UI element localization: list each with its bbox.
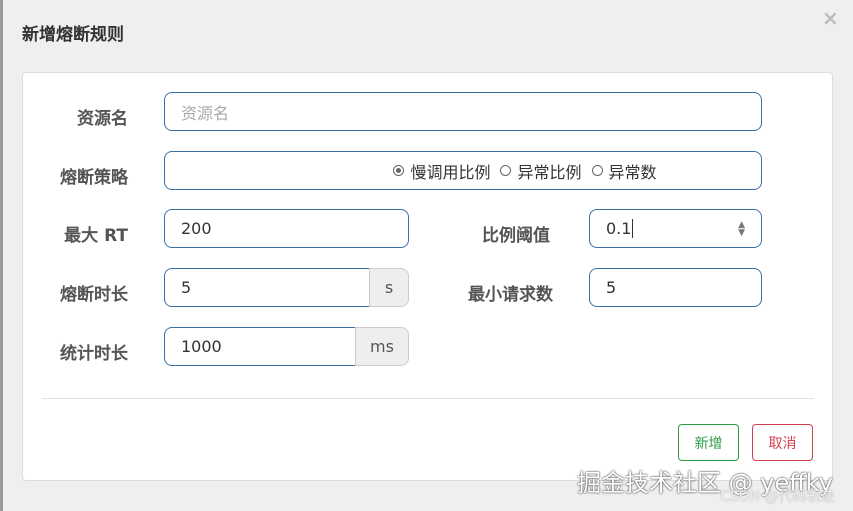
radio-label: 慢调用比例 xyxy=(410,162,491,182)
strategy-radio-group: 慢调用比例 异常比例 异常数 xyxy=(164,151,762,190)
radio-unchecked-icon xyxy=(500,165,512,176)
min-requests-value: 5 xyxy=(606,278,617,297)
cancel-button[interactable]: 取消 xyxy=(752,424,813,461)
divider xyxy=(42,398,814,399)
resource-input[interactable]: 资源名 xyxy=(164,92,762,131)
radio-unchecked-icon xyxy=(591,165,603,176)
break-time-label: 熔断时长 xyxy=(60,285,128,305)
strategy-label: 熔断策略 xyxy=(60,168,128,188)
dialog-title: 新增熔断规则 xyxy=(22,25,124,45)
background-edge xyxy=(0,0,3,511)
break-time-unit: s xyxy=(369,268,409,307)
radio-error-count[interactable]: 异常数 xyxy=(591,159,657,183)
ratio-label: 比例阈值 xyxy=(482,226,550,246)
max-rt-input[interactable]: 200 xyxy=(164,209,409,248)
resource-label: 资源名 xyxy=(77,109,128,129)
radio-checked-icon xyxy=(393,165,405,176)
csdn-watermark: CSDN @代码轨迹 xyxy=(720,489,835,505)
radio-label: 异常比例 xyxy=(517,162,582,182)
stat-time-unit: ms xyxy=(355,327,409,366)
stat-time-label: 统计时长 xyxy=(60,344,128,364)
resource-placeholder: 资源名 xyxy=(181,103,230,123)
max-rt-label: 最大 RT xyxy=(64,226,128,246)
radio-slow-ratio[interactable]: 慢调用比例 xyxy=(393,159,490,183)
break-time-value: 5 xyxy=(181,278,192,297)
max-rt-value: 200 xyxy=(181,219,212,238)
radio-label: 异常数 xyxy=(608,162,657,182)
break-time-input[interactable]: 5 xyxy=(164,268,370,307)
stat-time-input[interactable]: 1000 xyxy=(164,327,356,366)
close-icon[interactable]: × xyxy=(822,6,839,30)
add-button[interactable]: 新增 xyxy=(678,424,739,461)
min-requests-input[interactable]: 5 xyxy=(589,268,762,307)
spinner-icon[interactable]: ▲ ▼ xyxy=(738,220,745,237)
radio-error-ratio[interactable]: 异常比例 xyxy=(500,159,582,183)
ratio-input[interactable]: 0.1 ▲ ▼ xyxy=(589,209,762,248)
ratio-value: 0.1 xyxy=(606,219,634,238)
min-requests-label: 最小请求数 xyxy=(468,285,553,305)
stat-time-value: 1000 xyxy=(181,337,222,356)
